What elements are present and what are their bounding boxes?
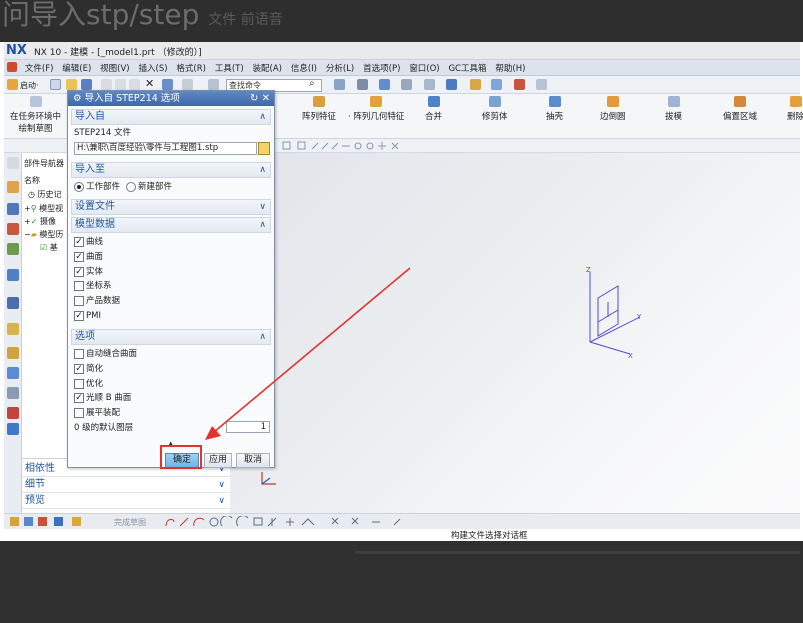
annotation-arrow — [205, 267, 411, 440]
screenshot-root: { "banner": {"main": "问导入stp/step", "sub… — [0, 0, 803, 623]
